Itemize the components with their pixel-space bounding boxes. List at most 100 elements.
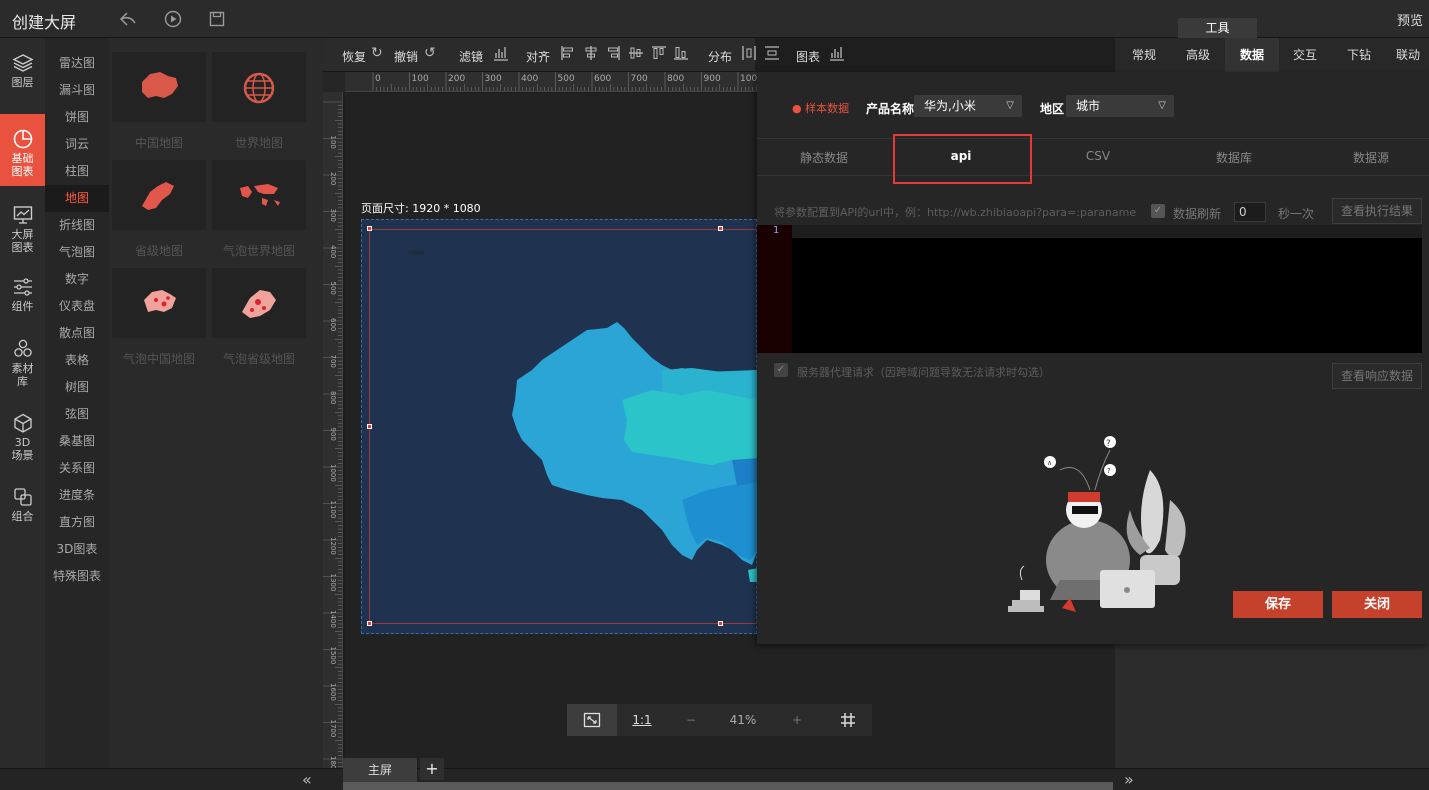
save-button[interactable]: 保存: [1233, 591, 1323, 618]
thumb-bubble-province-map[interactable]: [212, 268, 306, 338]
nav-item-3d-scene[interactable]: 3D 场景: [0, 412, 45, 468]
thumb-world-map[interactable]: [212, 52, 306, 122]
refresh-interval-input[interactable]: 0: [1234, 202, 1266, 222]
category-scatter[interactable]: 散点图: [45, 320, 109, 347]
category-graph[interactable]: 关系图: [45, 455, 109, 482]
redo-icon[interactable]: ↻: [371, 45, 383, 61]
cube-icon: [13, 413, 32, 433]
category-chord[interactable]: 弦图: [45, 401, 109, 428]
tab-advanced[interactable]: 高级: [1173, 38, 1223, 72]
thumb-bubble-world-map[interactable]: [212, 160, 306, 230]
category-3d-chart[interactable]: 3D图表: [45, 536, 109, 563]
resize-handle-l[interactable]: [367, 424, 372, 429]
nav-item-components[interactable]: 组件: [0, 276, 45, 320]
category-bar[interactable]: 柱图: [45, 158, 109, 185]
view-result-button[interactable]: 查看执行结果: [1332, 198, 1422, 224]
category-radar[interactable]: 雷达图: [45, 50, 109, 77]
subtab-csv[interactable]: CSV: [1048, 149, 1148, 163]
resize-handle-bl[interactable]: [367, 621, 372, 626]
category-wordcloud[interactable]: 词云: [45, 131, 109, 158]
nav-item-layers[interactable]: 图层: [0, 52, 45, 100]
resize-handle-tl[interactable]: [367, 226, 372, 231]
view-response-button[interactable]: 查看响应数据: [1332, 363, 1422, 389]
category-special[interactable]: 特殊图表: [45, 563, 109, 590]
category-tree[interactable]: 树图: [45, 374, 109, 401]
nav-item-basic-charts[interactable]: 基础 图表: [0, 114, 45, 186]
tab-data[interactable]: 数据: [1225, 38, 1279, 72]
category-line[interactable]: 折线图: [45, 212, 109, 239]
back-icon[interactable]: [118, 9, 138, 29]
align-center-h-icon[interactable]: [583, 45, 599, 65]
selection-frame[interactable]: [369, 229, 757, 624]
refresh-checkbox[interactable]: ✓: [1151, 204, 1165, 218]
distribute-h-icon[interactable]: [741, 45, 757, 65]
close-button[interactable]: 关闭: [1332, 591, 1422, 618]
nav-item-dashboard-charts[interactable]: 大屏 图表: [0, 204, 45, 260]
fit-screen-button[interactable]: [567, 704, 617, 736]
hexagons-icon: [13, 339, 32, 357]
category-map[interactable]: 地图: [45, 185, 109, 212]
resize-handle-t[interactable]: [718, 226, 723, 231]
editor-active-line[interactable]: [792, 225, 1422, 238]
api-code-editor[interactable]: [757, 225, 1422, 353]
ruler-label: 1100: [329, 501, 337, 519]
preview-button[interactable]: 预览: [1397, 10, 1423, 29]
align-button[interactable]: 对齐: [526, 48, 550, 65]
region-select[interactable]: 城市 ▽: [1066, 95, 1174, 117]
zoom-out-button[interactable]: −: [667, 704, 715, 736]
distribute-button[interactable]: 分布: [708, 48, 732, 65]
nav-item-combine[interactable]: 组合: [0, 486, 45, 530]
align-bottom-icon[interactable]: [673, 45, 689, 65]
subtab-database[interactable]: 数据库: [1184, 149, 1284, 166]
align-top-icon[interactable]: [651, 45, 667, 65]
chart-button[interactable]: 图表: [796, 48, 820, 65]
category-sankey[interactable]: 桑基图: [45, 428, 109, 455]
category-progress[interactable]: 进度条: [45, 482, 109, 509]
category-pie[interactable]: 饼图: [45, 104, 109, 131]
category-table[interactable]: 表格: [45, 347, 109, 374]
align-left-icon[interactable]: [560, 45, 576, 65]
thumb-bubble-china-map[interactable]: [112, 268, 206, 338]
collapse-left-icon[interactable]: «: [302, 770, 312, 789]
subtab-datasource[interactable]: 数据源: [1321, 149, 1421, 166]
horizontal-scrollbar[interactable]: [343, 782, 1113, 790]
category-funnel[interactable]: 漏斗图: [45, 77, 109, 104]
category-bubble[interactable]: 气泡图: [45, 239, 109, 266]
api-hint-text: 将参数配置到API的url中，例：http://wb.zhibiaoapi?pa…: [774, 206, 1137, 219]
grid-toggle-button[interactable]: [823, 704, 872, 736]
tab-linkage[interactable]: 联动: [1387, 38, 1429, 72]
screen-tab-main[interactable]: 主屏: [343, 758, 417, 782]
filter-chart-icon[interactable]: [493, 45, 509, 65]
save-icon[interactable]: [207, 9, 227, 29]
category-number[interactable]: 数字: [45, 266, 109, 293]
collapse-right-icon[interactable]: »: [1124, 770, 1134, 789]
tab-interaction[interactable]: 交互: [1280, 38, 1330, 72]
sample-data-text: 样本数据: [805, 102, 850, 115]
proxy-checkbox[interactable]: ✓: [774, 363, 788, 377]
actual-size-button[interactable]: 1:1: [617, 704, 667, 736]
ruler-label: 700: [631, 74, 648, 84]
tab-general[interactable]: 常规: [1119, 38, 1169, 72]
category-gauge[interactable]: 仪表盘: [45, 293, 109, 320]
sample-data-label: ● 样本数据: [792, 102, 850, 115]
play-icon[interactable]: [163, 9, 183, 29]
zoom-in-button[interactable]: +: [771, 704, 823, 736]
nav-item-materials[interactable]: 素材 库: [0, 338, 45, 394]
category-histogram[interactable]: 直方图: [45, 509, 109, 536]
align-center-v-icon[interactable]: [628, 45, 644, 65]
add-screen-button[interactable]: +: [420, 758, 444, 780]
distribute-v-icon[interactable]: [764, 45, 780, 65]
redo-button[interactable]: 恢复: [342, 48, 366, 65]
align-right-icon[interactable]: [605, 45, 621, 65]
chart-bar-icon[interactable]: [829, 45, 845, 65]
thumb-china-map[interactable]: [112, 52, 206, 122]
resize-handle-b[interactable]: [718, 621, 723, 626]
thumb-province-map[interactable]: [112, 160, 206, 230]
undo-icon[interactable]: ↺: [424, 45, 436, 61]
tool-tab[interactable]: 工具: [1178, 18, 1257, 38]
undo-button[interactable]: 撤销: [394, 48, 418, 65]
tab-drilldown[interactable]: 下钻: [1334, 38, 1384, 72]
subtab-static-data[interactable]: 静态数据: [774, 149, 874, 166]
filter-button[interactable]: 滤镜: [459, 48, 483, 65]
product-name-select[interactable]: 华为,小米 ▽: [914, 95, 1022, 117]
